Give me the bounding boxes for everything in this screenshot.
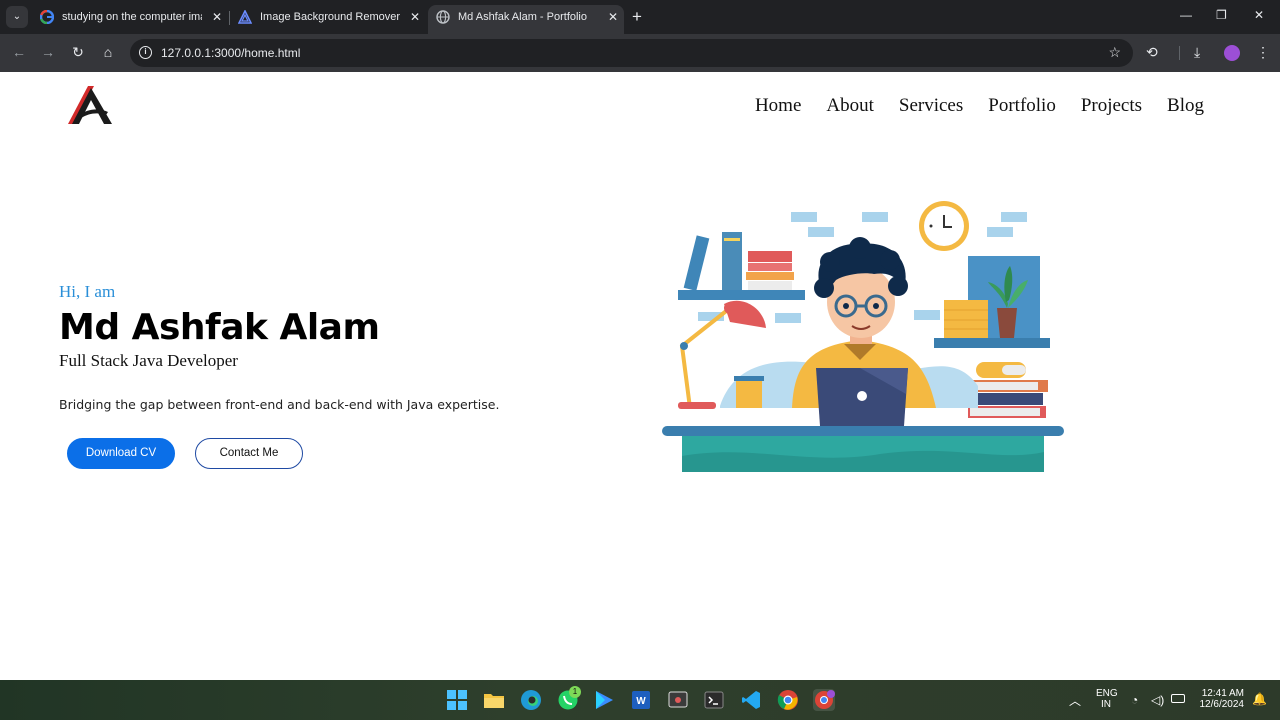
minimize-icon[interactable]: — <box>1180 8 1192 22</box>
restore-icon[interactable]: ❐ <box>1216 8 1227 22</box>
vscode-icon[interactable] <box>740 689 762 711</box>
forward-icon[interactable]: → <box>39 44 57 60</box>
app-logo-icon <box>238 10 252 24</box>
snipping-tool-icon[interactable] <box>667 689 689 711</box>
nav-home[interactable]: Home <box>755 95 801 117</box>
profile-avatar[interactable] <box>1224 45 1240 61</box>
nav-projects[interactable]: Projects <box>1081 95 1142 117</box>
tab-label: Image Background Remover | R <box>260 11 400 23</box>
tab-label: Md Ashfak Alam - Portfolio <box>458 11 587 23</box>
nav-about[interactable]: About <box>826 95 874 117</box>
main-nav: Home About Services Portfolio Projects B… <box>755 95 1204 117</box>
notification-bell-icon[interactable]: 🔔 <box>1252 692 1267 706</box>
back-icon[interactable]: ← <box>10 44 28 60</box>
bookmark-star-icon[interactable]: ☆ <box>1108 44 1121 61</box>
tab-search-button[interactable]: ⌄ <box>6 6 28 28</box>
developer-illustration <box>662 201 1064 472</box>
close-window-icon[interactable]: ✕ <box>1254 8 1264 22</box>
site-logo[interactable] <box>64 82 116 128</box>
wifi-icon[interactable]: ◔ <box>1131 693 1138 707</box>
close-tab-icon[interactable]: ✕ <box>410 5 420 29</box>
language-indicator[interactable]: ENG IN <box>1096 688 1118 710</box>
site-info-icon[interactable]: i <box>139 46 152 59</box>
chrome-profile-icon[interactable] <box>813 689 835 711</box>
clock-date: 12/6/2024 <box>1199 699 1245 710</box>
hero-tagline: Bridging the gap between front-end and b… <box>59 397 500 412</box>
contact-me-button[interactable]: Contact Me <box>195 438 303 469</box>
close-tab-icon[interactable]: ✕ <box>212 5 222 29</box>
hero-role: Full Stack Java Developer <box>59 351 238 370</box>
edge-icon[interactable] <box>520 689 542 711</box>
tab-background-remover[interactable]: Image Background Remover | R ✕ <box>230 5 426 34</box>
windows-start-icon[interactable] <box>446 689 468 711</box>
hero-name: Md Ashfak Alam <box>59 307 380 348</box>
close-tab-icon[interactable]: ✕ <box>608 5 618 29</box>
clock[interactable]: 12:41 AM 12/6/2024 <box>1196 688 1245 710</box>
nav-portfolio[interactable]: Portfolio <box>988 95 1056 117</box>
tab-label: studying on the computer imag <box>62 11 202 23</box>
windows-taskbar: 1 W ︿ ENG IN ◔ ◁) 12:41 AM 12/6/2024 🔔 <box>0 680 1280 720</box>
browser-toolbar: ← → ↻ ⌂ i 127.0.0.1:3000/home.html ☆ ⟲ ⤓… <box>0 34 1280 72</box>
whatsapp-badge: 1 <box>569 686 581 698</box>
battery-icon[interactable] <box>1171 694 1185 703</box>
download-icon[interactable]: ⤓ <box>1194 44 1200 61</box>
new-tab-button[interactable]: + <box>632 7 642 27</box>
lang-top: ENG <box>1096 688 1118 699</box>
toolbar-divider <box>1179 46 1180 60</box>
portfolio-page: Home About Services Portfolio Projects B… <box>0 72 1280 680</box>
play-icon[interactable] <box>593 689 615 711</box>
globe-icon <box>436 10 450 24</box>
address-bar[interactable]: i 127.0.0.1:3000/home.html ☆ <box>130 39 1133 67</box>
word-icon[interactable]: W <box>630 689 652 711</box>
tab-portfolio[interactable]: Md Ashfak Alam - Portfolio ✕ <box>428 5 624 34</box>
nav-services[interactable]: Services <box>899 95 963 117</box>
chrome-icon[interactable] <box>777 689 799 711</box>
terminal-icon[interactable] <box>703 689 725 711</box>
volume-icon[interactable]: ◁) <box>1151 693 1164 707</box>
clock-time: 12:41 AM <box>1201 688 1244 699</box>
lang-bottom: IN <box>1101 699 1111 710</box>
google-icon <box>40 10 54 24</box>
browser-tab-strip: ⌄ studying on the computer imag ✕ Image … <box>0 0 1280 34</box>
download-cv-button[interactable]: Download CV <box>67 438 175 469</box>
menu-icon[interactable]: ⋮ <box>1256 44 1270 61</box>
history-icon[interactable]: ⟲ <box>1146 44 1158 61</box>
hero-greeting: Hi, I am <box>59 282 116 301</box>
tab-studying[interactable]: studying on the computer imag ✕ <box>32 5 228 34</box>
svg-text:W: W <box>636 696 646 707</box>
reload-icon[interactable]: ↻ <box>69 44 87 61</box>
file-explorer-icon[interactable] <box>483 689 505 711</box>
home-icon[interactable]: ⌂ <box>99 44 117 60</box>
nav-blog[interactable]: Blog <box>1167 95 1204 117</box>
tray-overflow-icon[interactable]: ︿ <box>1069 692 1081 709</box>
url-text[interactable]: 127.0.0.1:3000/home.html <box>161 46 300 60</box>
